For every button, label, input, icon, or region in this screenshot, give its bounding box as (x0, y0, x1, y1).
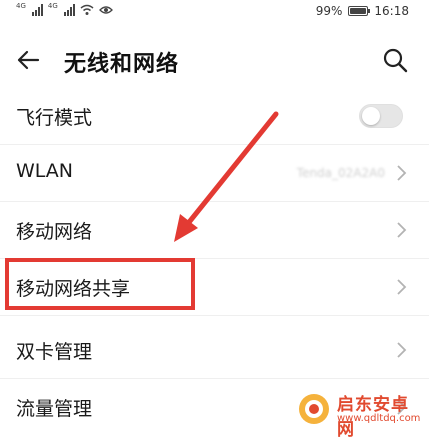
eye-comfort-icon (98, 6, 113, 14)
highlight-box (5, 258, 195, 310)
sim2-network-tag: 4G (47, 2, 58, 10)
airplane-mode-toggle[interactable] (359, 104, 403, 128)
chevron-right-icon (397, 165, 407, 181)
status-bar: 4G 4G 99% 16:18 (0, 0, 429, 26)
chevron-right-icon (397, 342, 407, 358)
setting-label: 飞行模式 (16, 107, 93, 129)
status-icons-right: 99% 16:18 (316, 4, 409, 18)
setting-dual-sim[interactable]: 双卡管理 (0, 322, 429, 379)
status-icons-left: 4G 4G (16, 2, 113, 16)
clock: 16:18 (374, 4, 409, 18)
watermark: 启东安卓网 www.qdltdq.com (297, 390, 425, 440)
arrow-left-icon[interactable] (14, 46, 42, 74)
setting-label: 移动网络 (16, 221, 93, 243)
app-bar: 无线和网络 (0, 34, 429, 86)
chevron-right-icon (397, 222, 407, 238)
signal-icon-2 (63, 4, 75, 16)
sim1-network-tag: 4G (16, 2, 26, 10)
setting-label: WLAN (16, 160, 74, 182)
setting-label: 双卡管理 (16, 341, 93, 363)
wifi-icon (80, 4, 94, 15)
page-title: 无线和网络 (64, 52, 180, 77)
watermark-url: www.qdltdq.com (337, 413, 421, 424)
setting-wlan[interactable]: WLAN Tenda_02A2A0 (0, 145, 429, 202)
signal-icon (31, 4, 43, 16)
setting-airplane-mode[interactable]: 飞行模式 (0, 88, 429, 145)
search-icon[interactable] (381, 46, 409, 74)
setting-label: 流量管理 (16, 398, 93, 420)
battery-icon (348, 6, 371, 16)
site-logo-icon (299, 394, 329, 424)
setting-mobile-network[interactable]: 移动网络 (0, 202, 429, 259)
battery-percent: 99% (315, 4, 343, 18)
chevron-right-icon (397, 279, 407, 295)
wlan-network-name: Tenda_02A2A0 (296, 166, 385, 180)
